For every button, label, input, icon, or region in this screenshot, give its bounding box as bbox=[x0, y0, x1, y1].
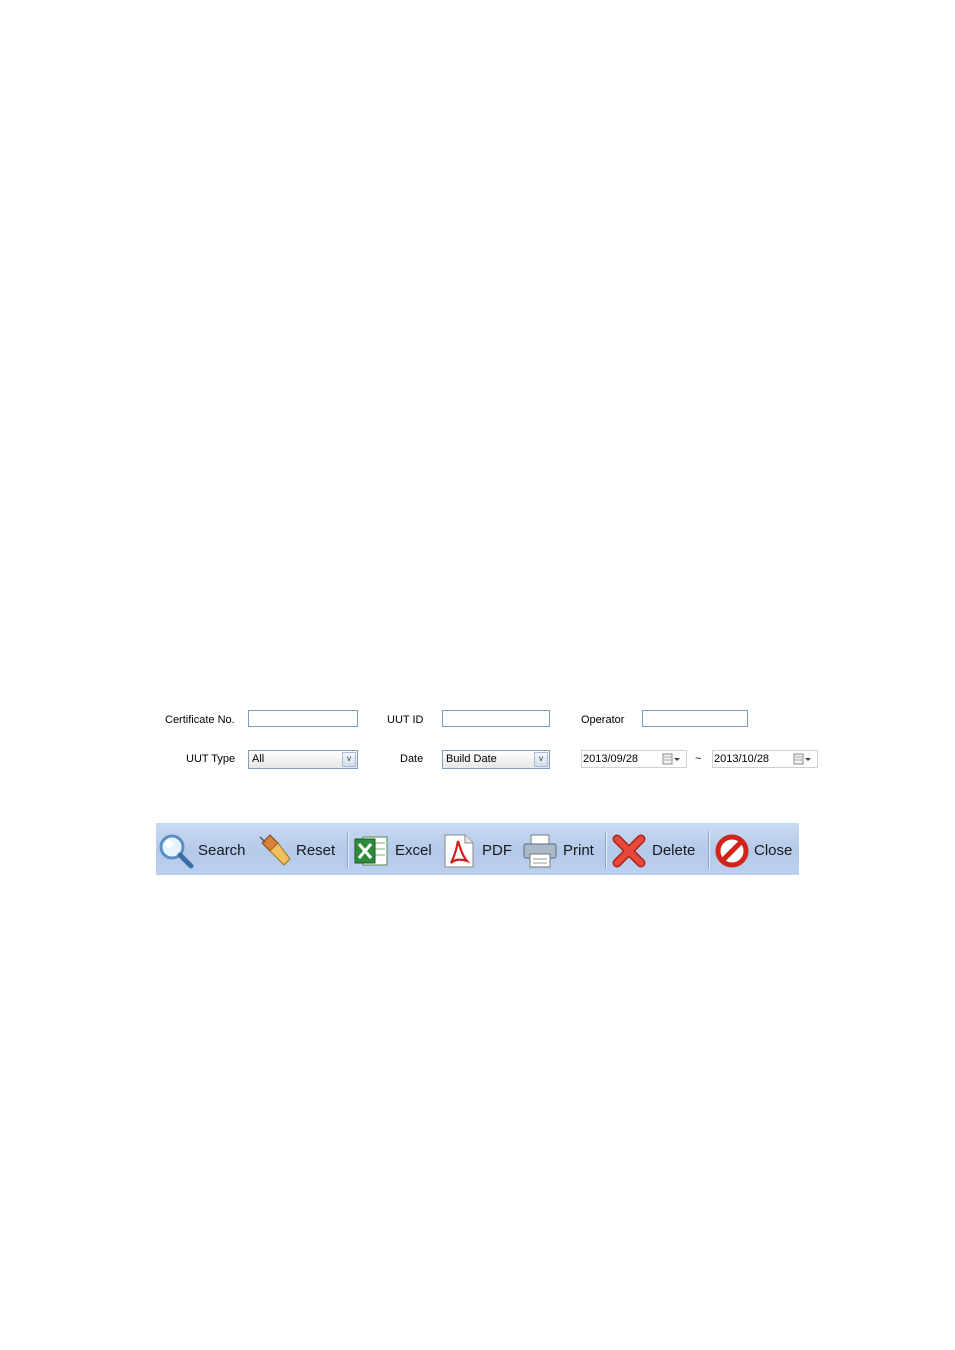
printer-icon bbox=[523, 834, 557, 868]
search-button[interactable]: Search bbox=[156, 823, 248, 875]
excel-label: Excel bbox=[395, 842, 432, 859]
action-toolbar: Search Reset Excel PDF Print Delete Clos… bbox=[156, 823, 799, 875]
date-from-field[interactable]: 2013/09/28 bbox=[581, 750, 687, 768]
print-label: Print bbox=[563, 842, 594, 859]
reset-button[interactable]: Reset bbox=[254, 823, 342, 875]
pdf-label: PDF bbox=[482, 842, 512, 859]
delete-x-icon bbox=[612, 834, 646, 868]
certificate-no-label: Certificate No. bbox=[165, 714, 235, 726]
pdf-icon bbox=[444, 834, 474, 868]
delete-label: Delete bbox=[652, 842, 696, 859]
uut-id-input[interactable] bbox=[442, 710, 550, 727]
toolbar-separator bbox=[708, 831, 710, 869]
calendar-icon[interactable] bbox=[662, 753, 682, 765]
date-type-select[interactable]: Build Date ˅ bbox=[442, 750, 550, 769]
excel-icon bbox=[354, 836, 388, 866]
chevron-down-icon[interactable]: ˅ bbox=[342, 752, 356, 767]
close-prohibited-icon bbox=[715, 834, 749, 868]
toolbar-separator bbox=[605, 831, 607, 869]
date-from-value: 2013/09/28 bbox=[583, 753, 639, 765]
reset-label: Reset bbox=[296, 842, 336, 859]
uut-type-value: All bbox=[252, 753, 265, 765]
uut-id-label: UUT ID bbox=[387, 714, 424, 726]
calendar-icon[interactable] bbox=[793, 753, 813, 765]
close-button[interactable]: Close bbox=[714, 823, 798, 875]
uut-type-select[interactable]: All ˅ bbox=[248, 750, 358, 769]
chevron-down-icon[interactable]: ˅ bbox=[534, 752, 548, 767]
date-range-separator: ~ bbox=[695, 753, 702, 765]
date-label: Date bbox=[400, 753, 424, 765]
date-to-value: 2013/10/28 bbox=[714, 753, 770, 765]
close-label: Close bbox=[754, 842, 793, 859]
certificate-no-input[interactable] bbox=[248, 710, 358, 727]
date-type-value: Build Date bbox=[446, 753, 497, 765]
toolbar-separator bbox=[347, 831, 349, 869]
pdf-button[interactable]: PDF bbox=[441, 823, 515, 875]
operator-label: Operator bbox=[581, 714, 625, 726]
uut-type-label: UUT Type bbox=[186, 753, 236, 765]
delete-button[interactable]: Delete bbox=[611, 823, 703, 875]
print-button[interactable]: Print bbox=[522, 823, 600, 875]
search-label: Search bbox=[198, 842, 246, 859]
date-to-field[interactable]: 2013/10/28 bbox=[712, 750, 818, 768]
search-icon bbox=[159, 834, 194, 869]
operator-input[interactable] bbox=[642, 710, 748, 727]
excel-button[interactable]: Excel bbox=[352, 823, 434, 875]
eraser-icon bbox=[259, 834, 291, 866]
